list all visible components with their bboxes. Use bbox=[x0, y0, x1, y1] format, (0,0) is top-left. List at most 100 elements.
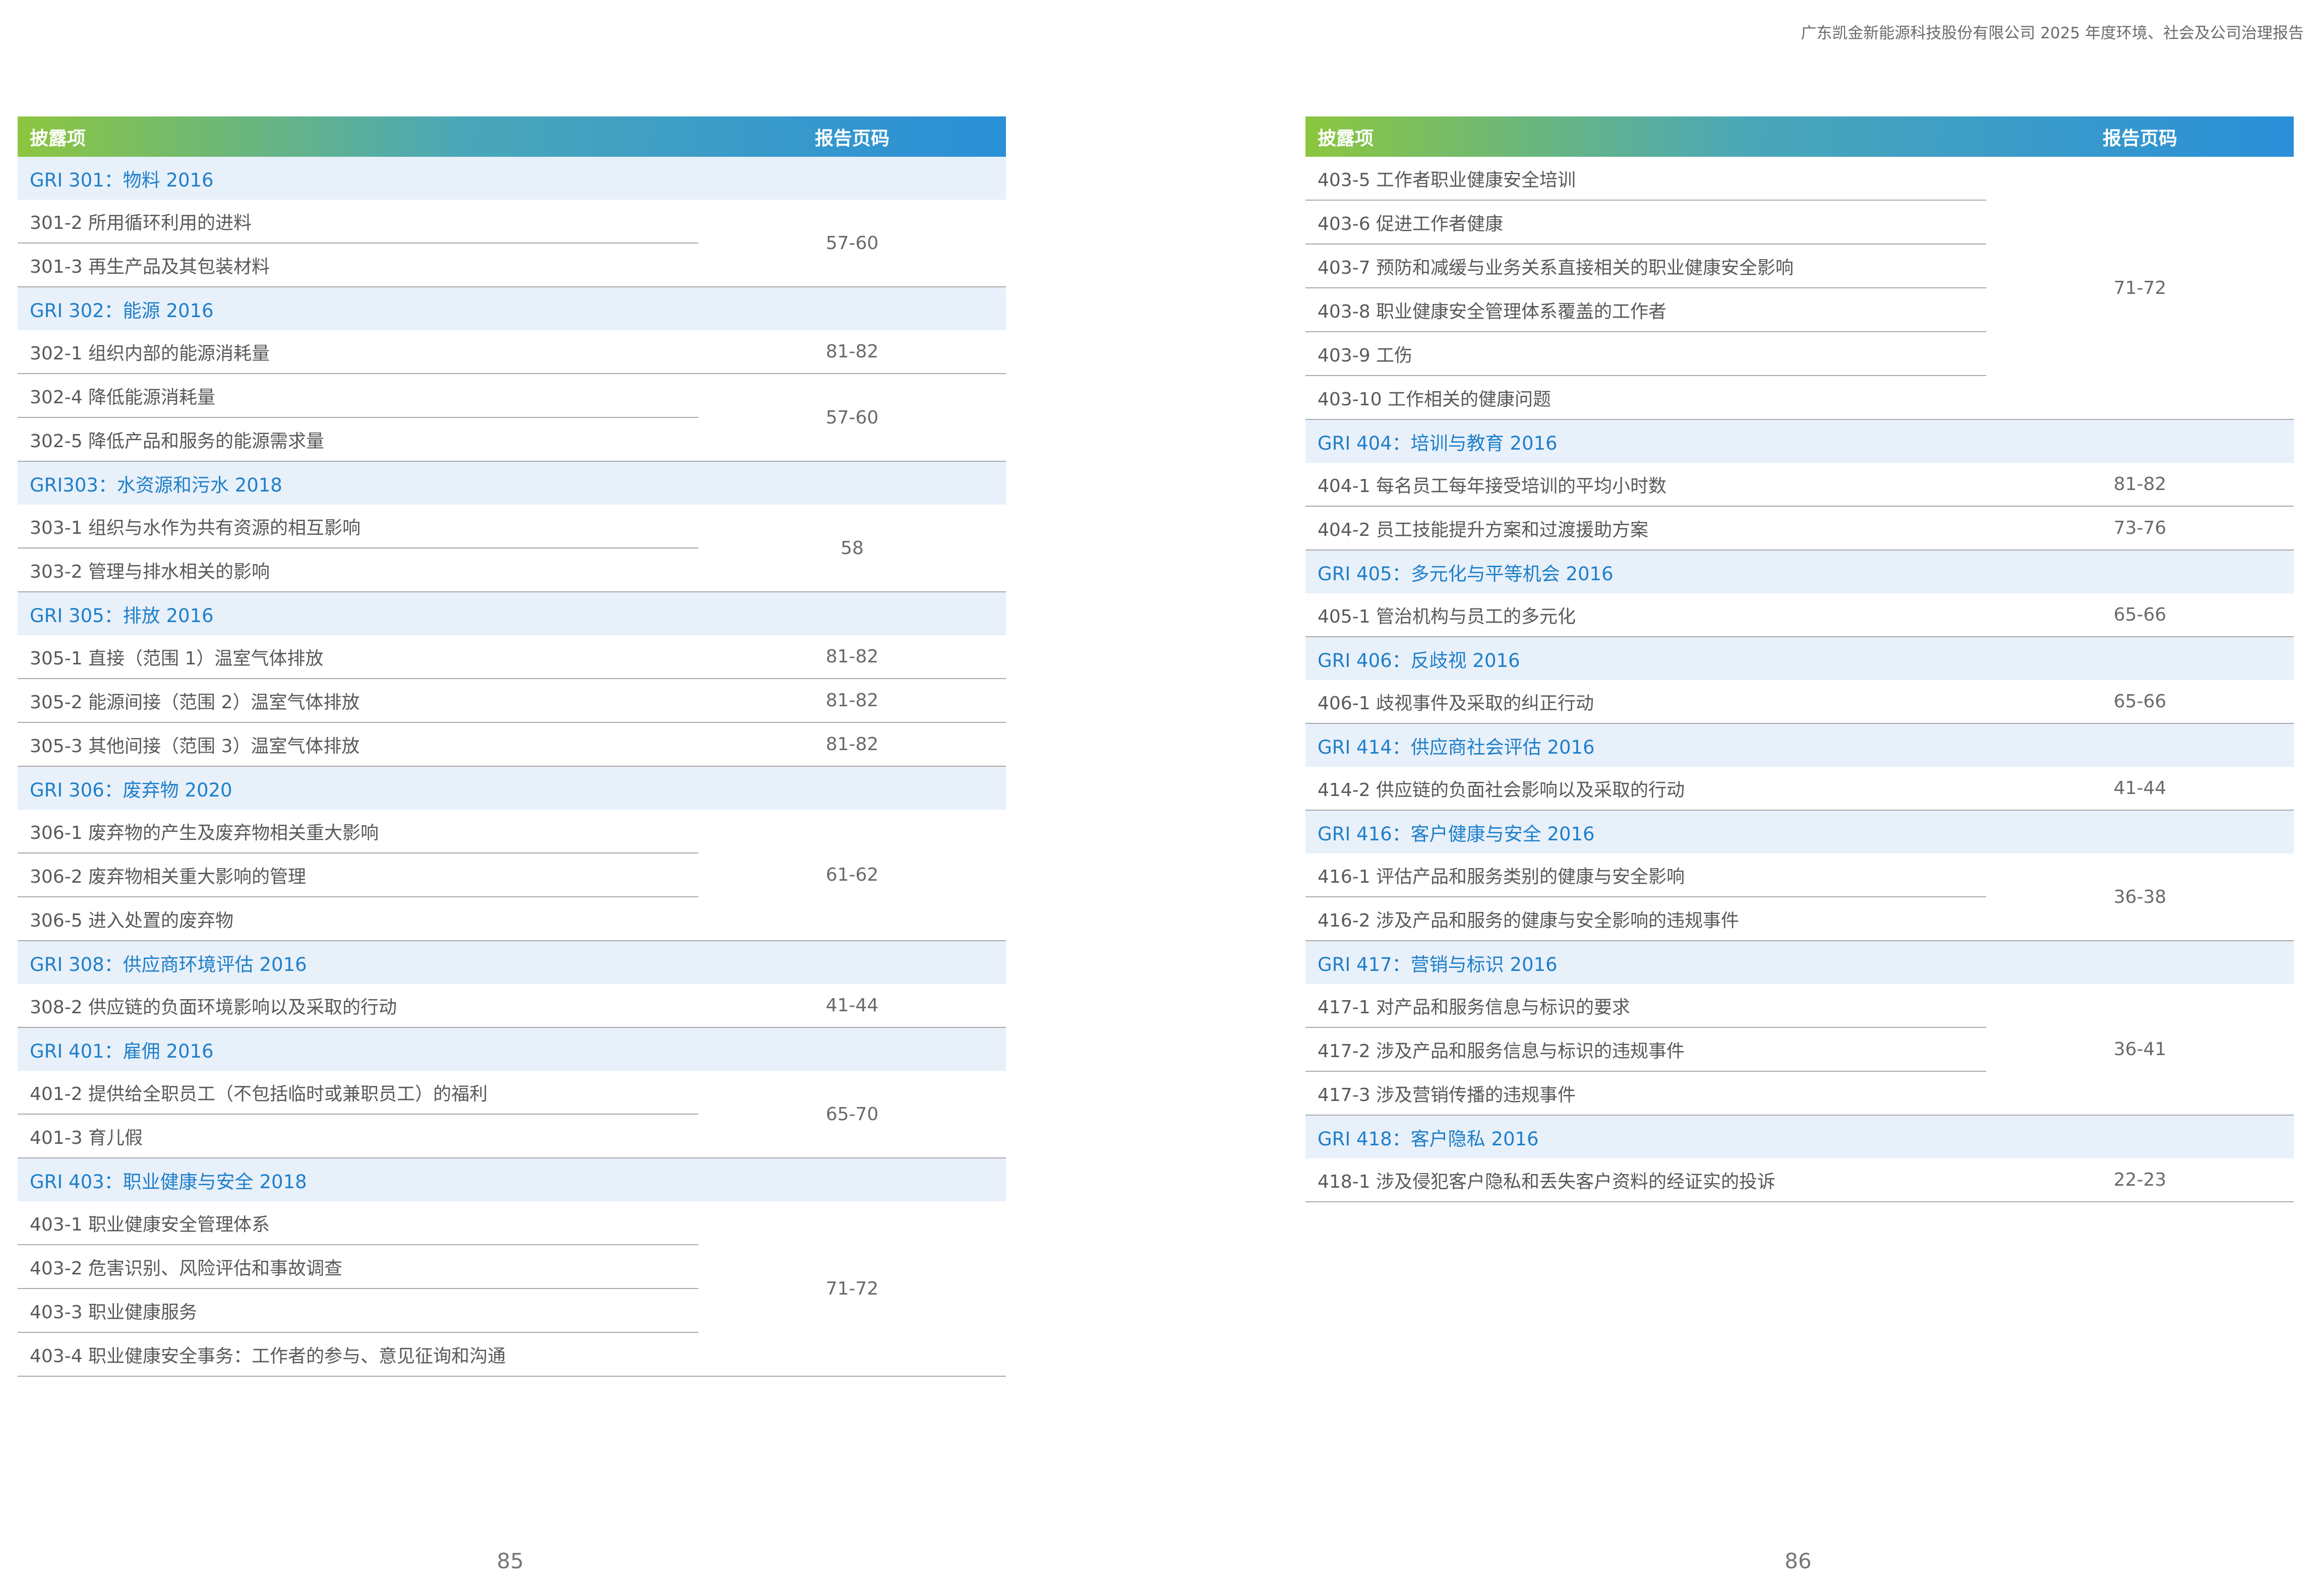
page-number-left: 85 bbox=[497, 1549, 524, 1573]
disclosure-item: 416-2 涉及产品和服务的健康与安全影响的违规事件 bbox=[1305, 897, 1986, 941]
disclosure-item: 303-1 组织与水作为共有资源的相互影响 bbox=[18, 505, 698, 548]
disclosure-item: 302-4 降低能源消耗量 bbox=[18, 374, 698, 418]
report-page-cell: 57-60 bbox=[698, 374, 1006, 462]
section-row: GRI 414：供应商社会评估 2016 bbox=[1305, 723, 2294, 767]
section-row: GRI 301：物料 2016 bbox=[18, 157, 1006, 200]
report-page-cell: 36-38 bbox=[1986, 853, 2294, 941]
disclosure-item: 302-5 降低产品和服务的能源需求量 bbox=[18, 417, 698, 462]
disclosure-item: 301-2 所用循环利用的进料 bbox=[18, 200, 698, 243]
report-page-cell: 36-41 bbox=[1986, 984, 2294, 1116]
section-title: GRI 414：供应商社会评估 2016 bbox=[1305, 723, 2294, 767]
section-title: GRI 417：营销与标识 2016 bbox=[1305, 941, 2294, 984]
section-title: GRI 301：物料 2016 bbox=[18, 157, 1006, 200]
table-row: 403-1 职业健康安全管理体系 71-72 bbox=[18, 1201, 1006, 1377]
table-row: 417-1 对产品和服务信息与标识的要求 36-41 bbox=[1305, 984, 2294, 1116]
disclosure-item: 403-5 工作者职业健康安全培训 bbox=[1305, 157, 1986, 201]
section-title: GRI 403：职业健康与安全 2018 bbox=[18, 1158, 1006, 1201]
section-title: GRI 308：供应商环境评估 2016 bbox=[18, 941, 1006, 984]
disclosure-item: 405-1 管治机构与员工的多元化 bbox=[1305, 593, 1986, 637]
report-page-cell: 58 bbox=[698, 505, 1006, 592]
disclosure-item: 417-3 涉及营销传播的违规事件 bbox=[1305, 1071, 1986, 1116]
report-page-cell: 73-76 bbox=[1986, 506, 2294, 550]
report-page-cell: 81-82 bbox=[698, 722, 1006, 767]
section-row: GRI 306：废弃物 2020 bbox=[18, 766, 1006, 810]
table-row: 302-4 降低能源消耗量 57-60 bbox=[18, 374, 1006, 462]
disclosure-item: 414-2 供应链的负面社会影响以及采取的行动 bbox=[1305, 767, 1986, 811]
table-row: 404-2 员工技能提升方案和过渡援助方案 73-76 bbox=[1305, 506, 2294, 550]
report-page-cell: 65-70 bbox=[698, 1071, 1006, 1158]
disclosure-item: 404-1 每名员工每年接受培训的平均小时数 bbox=[1305, 463, 1986, 507]
table-row: 418-1 涉及侵犯客户隐私和丢失客户资料的经证实的投诉 22-23 bbox=[1305, 1158, 2294, 1202]
table-row: 302-1 组织内部的能源消耗量 81-82 bbox=[18, 330, 1006, 374]
disclosure-item: 306-2 废弃物相关重大影响的管理 bbox=[18, 853, 698, 897]
disclosure-item: 403-10 工作相关的健康问题 bbox=[1305, 376, 1986, 420]
disclosure-item: 306-5 进入处置的废弃物 bbox=[18, 897, 698, 941]
disclosure-item: 403-9 工伤 bbox=[1305, 332, 1986, 376]
disclosure-item: 404-2 员工技能提升方案和过渡援助方案 bbox=[1305, 506, 1986, 550]
table-header-row: 披露项 报告页码 bbox=[1305, 116, 2294, 157]
section-row: GRI 308：供应商环境评估 2016 bbox=[18, 941, 1006, 984]
section-row: GRI 405：多元化与平等机会 2016 bbox=[1305, 550, 2294, 593]
disclosure-item: 401-3 育儿假 bbox=[18, 1114, 698, 1158]
table-row: 305-2 能源间接（范围 2）温室气体排放 81-82 bbox=[18, 679, 1006, 723]
disclosure-item: 301-3 再生产品及其包装材料 bbox=[18, 243, 698, 287]
disclosure-item: 303-2 管理与排水相关的影响 bbox=[18, 548, 698, 592]
table-body-right: 403-5 工作者职业健康安全培训 71-72 403-6 促进工作者健康 403-7… bbox=[1305, 157, 2294, 1202]
section-title: GRI 418：客户隐私 2016 bbox=[1305, 1115, 2294, 1158]
table-row: 306-1 废弃物的产生及废弃物相关重大影响 61-62 bbox=[18, 810, 1006, 941]
disclosure-item: 305-1 直接（范围 1）温室气体排放 bbox=[18, 635, 698, 679]
report-page-cell: 81-82 bbox=[698, 679, 1006, 723]
table-row: 401-2 提供给全职员工（不包括临时或兼职员工）的福利 65-70 bbox=[18, 1071, 1006, 1158]
report-page-cell: 81-82 bbox=[698, 330, 1006, 374]
disclosure-item: 401-2 提供给全职员工（不包括临时或兼职员工）的福利 bbox=[18, 1071, 698, 1115]
section-row: GRI 401：雇佣 2016 bbox=[18, 1027, 1006, 1071]
section-title: GRI303：水资源和污水 2018 bbox=[18, 461, 1006, 505]
section-title: GRI 306：废弃物 2020 bbox=[18, 766, 1006, 810]
section-row: GRI303：水资源和污水 2018 bbox=[18, 461, 1006, 505]
section-title: GRI 305：排放 2016 bbox=[18, 592, 1006, 635]
section-row: GRI 406：反歧视 2016 bbox=[1305, 637, 2294, 680]
report-page-cell: 57-60 bbox=[698, 200, 1006, 287]
table-body-left: GRI 301：物料 2016 301-2 所用循环利用的进料 57-60 301-3… bbox=[18, 157, 1006, 1377]
column-header-page: 报告页码 bbox=[815, 128, 889, 149]
disclosure-item: 403-6 促进工作者健康 bbox=[1305, 200, 1986, 244]
section-row: GRI 416：客户健康与安全 2016 bbox=[1305, 810, 2294, 853]
disclosure-item: 417-1 对产品和服务信息与标识的要求 bbox=[1305, 984, 1986, 1028]
report-page-cell: 61-62 bbox=[698, 810, 1006, 941]
report-page-cell: 81-82 bbox=[698, 635, 1006, 679]
report-page-cell: 71-72 bbox=[698, 1201, 1006, 1377]
section-title: GRI 406：反歧视 2016 bbox=[1305, 637, 2294, 680]
report-page-cell: 22-23 bbox=[1986, 1158, 2294, 1202]
section-row: GRI 403：职业健康与安全 2018 bbox=[18, 1158, 1006, 1201]
report-page-cell: 41-44 bbox=[698, 984, 1006, 1028]
section-row: GRI 302：能源 2016 bbox=[18, 287, 1006, 330]
disclosure-item: 416-1 评估产品和服务类别的健康与安全影响 bbox=[1305, 853, 1986, 897]
report-page-cell: 65-66 bbox=[1986, 680, 2294, 724]
table-row: 308-2 供应链的负面环境影响以及采取的行动 41-44 bbox=[18, 984, 1006, 1028]
disclosure-item: 417-2 涉及产品和服务信息与标识的违规事件 bbox=[1305, 1027, 1986, 1072]
gri-index-table-right: 披露项 报告页码 403-5 工作者职业健康安全培训 71-72 403-6 促进工… bbox=[1305, 116, 2294, 1202]
table-row: 404-1 每名员工每年接受培训的平均小时数 81-82 bbox=[1305, 463, 2294, 507]
page-number-right: 86 bbox=[1784, 1549, 1812, 1573]
column-header-disclosure: 披露项 bbox=[1318, 128, 1374, 149]
table-row: 405-1 管治机构与员工的多元化 65-66 bbox=[1305, 593, 2294, 637]
table-row: 305-1 直接（范围 1）温室气体排放 81-82 bbox=[18, 635, 1006, 679]
disclosure-item: 418-1 涉及侵犯客户隐私和丢失客户资料的经证实的投诉 bbox=[1305, 1158, 1986, 1202]
table-row: 416-1 评估产品和服务类别的健康与安全影响 36-38 bbox=[1305, 853, 2294, 941]
report-page-cell: 41-44 bbox=[1986, 767, 2294, 811]
disclosure-item: 406-1 歧视事件及采取的纠正行动 bbox=[1305, 680, 1986, 724]
report-page-cell: 71-72 bbox=[1986, 157, 2294, 420]
report-header-title: 广东凯金新能源科技股份有限公司 2025 年度环境、社会及公司治理报告 bbox=[1801, 24, 2304, 42]
table-header-row: 披露项 报告页码 bbox=[18, 116, 1006, 157]
section-title: GRI 404：培训与教育 2016 bbox=[1305, 419, 2294, 463]
section-row: GRI 418：客户隐私 2016 bbox=[1305, 1115, 2294, 1158]
table-row: 301-2 所用循环利用的进料 57-60 bbox=[18, 200, 1006, 287]
disclosure-item: 308-2 供应链的负面环境影响以及采取的行动 bbox=[18, 984, 698, 1028]
section-title: GRI 302：能源 2016 bbox=[18, 287, 1006, 330]
disclosure-item: 403-4 职业健康安全事务：工作者的参与、意见征询和沟通 bbox=[18, 1332, 698, 1377]
disclosure-item: 302-1 组织内部的能源消耗量 bbox=[18, 330, 698, 374]
table-row: 303-1 组织与水作为共有资源的相互影响 58 bbox=[18, 505, 1006, 592]
table-row: 305-3 其他间接（范围 3）温室气体排放 81-82 bbox=[18, 722, 1006, 767]
column-header-page: 报告页码 bbox=[2103, 128, 2177, 149]
disclosure-item: 403-8 职业健康安全管理体系覆盖的工作者 bbox=[1305, 288, 1986, 332]
